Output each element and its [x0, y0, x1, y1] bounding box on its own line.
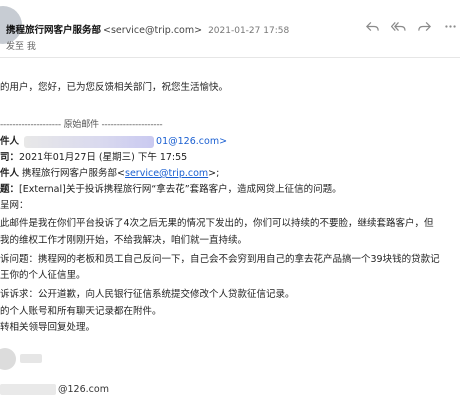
email-actions	[362, 16, 460, 38]
more-icon[interactable]	[440, 16, 460, 36]
blurred-region	[0, 384, 56, 395]
orig-to-label: 件人	[0, 168, 20, 179]
orig-sent-label: 司：	[0, 152, 20, 163]
sender-line: 携程旅行网客户服务部 <service@trip.com> 2021-01-27 1…	[6, 22, 289, 36]
orig-subject-row: 题：[External]关于投诉携程旅行网“拿去花”套路客户，造成网贷上征信的问…	[0, 182, 342, 197]
orig-from-row: 件人 01@126.com>	[0, 134, 227, 149]
footer-email: @126.com	[0, 384, 109, 395]
body-line: 王你的个人征信里。	[0, 270, 86, 281]
body-line: 诉问题：携程网的老板和员工自己反问一下，自己会不会穷到用自己的拿去花产品搞一个3…	[0, 254, 440, 265]
orig-to-name: 携程旅行网客户服务部<	[22, 168, 126, 179]
orig-subject-label: 题：	[0, 184, 20, 195]
body-line: 诉诉求：公开道歉，向人民银行征信系统提交修改个人贷款征信记录。	[0, 289, 295, 300]
orig-sent-row: 司：2021年01月27日 (星期三) 下午 17:55	[0, 150, 187, 165]
recipient-line[interactable]: 发至 我	[6, 39, 36, 52]
blurred-email	[24, 135, 155, 148]
sender-email[interactable]: <service@trip.com>	[103, 25, 202, 36]
forward-icon[interactable]	[414, 16, 434, 36]
body-line: 的个人账号和所有聊天记录都在附件。	[0, 306, 162, 317]
signature-avatar	[0, 348, 16, 370]
orig-from-label: 件人	[0, 136, 20, 147]
orig-to-email[interactable]: service@trip.com	[125, 168, 208, 179]
reply-all-icon[interactable]	[388, 16, 408, 36]
blurred-region	[20, 354, 42, 363]
email-date: 2021-01-27 17:58	[208, 26, 290, 36]
body-line: 我的维权工作才刚刚开始，不给我解决，咱们就一直持续。	[0, 235, 248, 246]
reply-icon[interactable]	[362, 16, 382, 36]
orig-from-email[interactable]: 01@126.com>	[156, 136, 227, 147]
footer-email-suffix[interactable]: @126.com	[58, 384, 109, 395]
orig-to-tail: >;	[208, 168, 220, 179]
body-line: 呈网：	[0, 200, 29, 211]
body-line: 此邮件是我在你们平台投诉了4次之后无果的情况下发出的，你们可以持续的不要脸，继续…	[0, 218, 434, 229]
body-line: 转相关领导回复处理。	[0, 322, 96, 333]
reply-greeting: 的用户，您好，已为您反馈相关部门，祝您生活愉快。	[0, 82, 229, 93]
orig-sent-value: 2021年01月27日 (星期三) 下午 17:55	[19, 152, 188, 163]
orig-subject-value: [External]关于投诉携程旅行网“拿去花”套路客户，造成网贷上征信的问题。	[19, 184, 342, 195]
original-mail-divider: -------------------- 原始邮件 --------------…	[0, 120, 163, 130]
orig-to-row: 件人 携程旅行网客户服务部<service@trip.com>;	[0, 166, 219, 181]
signature-avatar-area	[0, 348, 120, 372]
sender-name[interactable]: 携程旅行网客户服务部	[6, 25, 101, 36]
email-header: 携程旅行网客户服务部 <service@trip.com> 2021-01-27 1…	[0, 0, 460, 58]
